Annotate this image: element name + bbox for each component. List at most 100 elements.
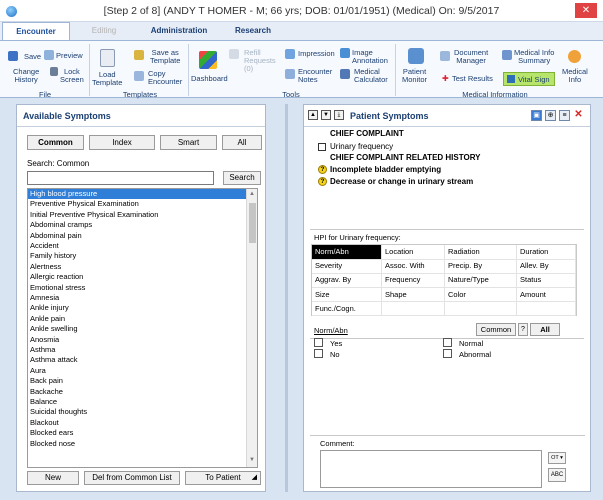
change-history-button[interactable]: Change History <box>13 68 39 84</box>
panel-splitter[interactable] <box>285 104 288 492</box>
filter-all-button[interactable]: All <box>222 135 262 150</box>
common-button[interactable]: Common <box>476 323 516 336</box>
symptom-list-item[interactable]: Accident <box>28 241 246 251</box>
hpi-cell[interactable]: Frequency <box>382 273 445 288</box>
help-button[interactable]: ? <box>518 323 528 336</box>
edit-icon[interactable]: ≡ <box>559 110 570 121</box>
hpi-cell[interactable]: Radiation <box>445 245 517 260</box>
close-window-button[interactable]: ✕ <box>575 3 597 18</box>
hpi-cell[interactable]: Shape <box>382 287 445 303</box>
text-format-icon[interactable]: OT ▾ <box>548 452 566 464</box>
hpi-cell[interactable]: Precip. By <box>445 259 517 274</box>
hpi-cell[interactable]: Aggrav. By <box>312 273 382 288</box>
symptom-list-item[interactable]: Anosmia <box>28 335 246 345</box>
test-results-button[interactable]: Test Results <box>452 75 493 83</box>
symptom-list-item[interactable]: Back pain <box>28 376 246 386</box>
move-up-icon[interactable]: ▲ <box>308 110 318 120</box>
symptom-list-item[interactable]: Asthma <box>28 345 246 355</box>
filter-smart-button[interactable]: Smart <box>160 135 217 150</box>
list-scrollbar[interactable]: ▲ ▼ <box>246 189 257 467</box>
save-icon[interactable]: ▣ <box>531 110 542 121</box>
symptom-list-item[interactable]: Ankle injury <box>28 303 246 313</box>
abnormal-checkbox[interactable] <box>443 349 452 358</box>
document-manager-button[interactable]: Document Manager <box>454 49 488 65</box>
symptom-list-item[interactable]: Asthma attack <box>28 355 246 365</box>
search-input[interactable] <box>27 171 214 185</box>
symptom-list-item[interactable]: Abdominal pain <box>28 231 246 241</box>
preview-button[interactable]: Preview <box>56 52 83 60</box>
hpi-cell[interactable]: Norm/Abn <box>312 245 382 260</box>
symptom-list-item[interactable]: Balance <box>28 397 246 407</box>
spell-check-icon[interactable]: ABC <box>548 468 566 482</box>
normal-checkbox[interactable] <box>443 338 452 347</box>
delete-icon[interactable]: ✕ <box>573 110 584 121</box>
symptom-list-item[interactable]: Ankle swelling <box>28 324 246 334</box>
to-patient-button[interactable]: To Patient ◢ <box>185 471 261 485</box>
hpi-cell[interactable]: Allev. By <box>517 259 576 274</box>
zoom-icon[interactable]: ⊕ <box>545 110 556 121</box>
patient-monitor-button[interactable]: Patient Monitor <box>402 68 427 84</box>
symptom-list-item[interactable]: Emotional stress <box>28 283 246 293</box>
related-item[interactable]: Decrease or change in urinary stream <box>330 177 473 186</box>
all-button[interactable]: All <box>530 323 560 336</box>
hpi-cell[interactable]: Location <box>382 245 445 260</box>
symptom-list-item[interactable]: Preventive Physical Examination <box>28 199 246 209</box>
symptom-list-item[interactable]: Allergic reaction <box>28 272 246 282</box>
scroll-up-icon[interactable]: ▲ <box>249 191 255 197</box>
symptom-list-item[interactable]: Abdominal cramps <box>28 220 246 230</box>
save-as-template-button[interactable]: Save as Template <box>150 49 180 65</box>
refill-requests-button[interactable]: Refill Requests (0) <box>244 49 276 73</box>
symptom-list-item[interactable]: Suicidal thoughts <box>28 407 246 417</box>
image-annotation-button[interactable]: Image Annotation <box>352 49 388 65</box>
load-template-button[interactable]: Load Template <box>92 71 122 87</box>
symptom-list-item[interactable]: Blocked nose <box>28 439 246 449</box>
save-button[interactable]: Save <box>24 53 41 61</box>
symptom-list-item[interactable]: Family history <box>28 251 246 261</box>
hpi-cell[interactable]: Assoc. With <box>382 259 445 274</box>
scroll-down-icon[interactable]: ▼ <box>249 457 255 463</box>
copy-encounter-button[interactable]: Copy Encounter <box>148 70 182 86</box>
impression-button[interactable]: Impression <box>298 50 335 58</box>
chief-complaint-checkbox[interactable] <box>318 143 326 151</box>
yes-checkbox[interactable] <box>314 338 323 347</box>
filter-common-button[interactable]: Common <box>27 135 84 150</box>
tab-editing[interactable]: Editing <box>78 22 130 40</box>
symptom-list-item[interactable]: Initial Preventive Physical Examination <box>28 210 246 220</box>
move-bottom-icon[interactable]: ⤓ <box>334 110 344 120</box>
symptom-list-item[interactable]: Blackout <box>28 418 246 428</box>
symptom-list-item[interactable]: Blocked ears <box>28 428 246 438</box>
filter-index-button[interactable]: Index <box>89 135 155 150</box>
new-button[interactable]: New <box>27 471 79 485</box>
hpi-cell[interactable]: Size <box>312 287 382 303</box>
symptom-list-item[interactable]: Alertness <box>28 262 246 272</box>
tab-research[interactable]: Research <box>224 22 282 40</box>
hpi-cell[interactable]: Duration <box>517 245 576 260</box>
symptom-list-item[interactable]: Ankle pain <box>28 314 246 324</box>
hpi-cell[interactable]: Status <box>517 273 576 288</box>
vital-sign-button[interactable]: Vital Sign <box>503 72 555 86</box>
lock-screen-button[interactable]: Lock Screen <box>60 68 84 84</box>
search-button[interactable]: Search <box>223 171 261 185</box>
symptom-list[interactable]: High blood pressure Preventive Physical E… <box>27 188 258 468</box>
medical-calculator-button[interactable]: Medical Calculator <box>354 68 388 84</box>
medical-info-summary-button[interactable]: Medical Info Summary <box>514 49 554 65</box>
hpi-cell[interactable]: Color <box>445 287 517 303</box>
symptom-list-item[interactable]: Amnesia <box>28 293 246 303</box>
tab-administration[interactable]: Administration <box>140 22 218 40</box>
hpi-cell[interactable]: Nature/Type <box>445 273 517 288</box>
medical-info-button[interactable]: Medical Info <box>562 68 588 84</box>
move-down-icon[interactable]: ▼ <box>321 110 331 120</box>
symptom-list-item[interactable]: Backache <box>28 387 246 397</box>
scroll-thumb[interactable] <box>249 203 256 243</box>
symptom-list-item[interactable]: High blood pressure <box>28 189 246 200</box>
chief-complaint-item[interactable]: Urinary frequency <box>330 142 393 151</box>
encounter-notes-button[interactable]: Encounter Notes <box>298 68 332 84</box>
del-from-common-list-button[interactable]: Del from Common List <box>84 471 180 485</box>
hpi-cell[interactable]: Severity <box>312 259 382 274</box>
no-checkbox[interactable] <box>314 349 323 358</box>
dashboard-button[interactable]: Dashboard <box>191 75 228 83</box>
hpi-cell[interactable]: Func./Cogn. <box>312 301 382 317</box>
tab-encounter[interactable]: Encounter <box>2 22 70 40</box>
hpi-cell[interactable]: Amount <box>517 287 576 303</box>
symptom-list-item[interactable]: Aura <box>28 366 246 376</box>
